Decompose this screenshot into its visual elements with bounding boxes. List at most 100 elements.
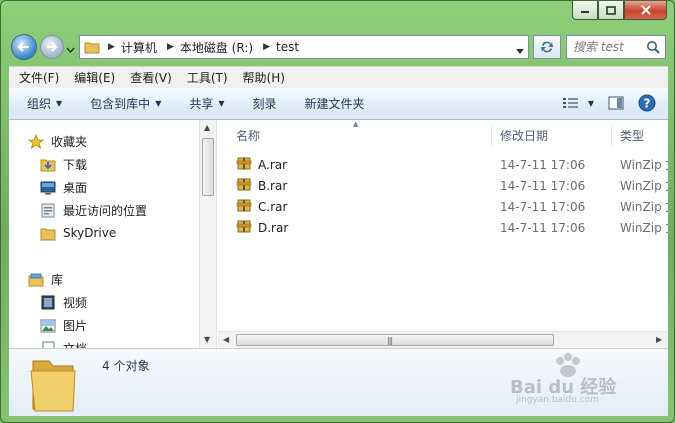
column-type-label: 类型 (620, 128, 645, 143)
nav-downloads[interactable]: 下载 (39, 156, 87, 173)
file-row[interactable]: C.rar 14-7-11 17:06 WinZip 文件 (218, 196, 668, 217)
share-label: 共享 (189, 97, 214, 111)
navigation-pane: 收藏夹 下载 桌面 最近访问的位置 SkyDrive 库 视频 图片 ▲ ▼ (9, 120, 217, 348)
close-button[interactable] (624, 1, 667, 20)
winzip-archive-icon (236, 155, 252, 174)
search-input[interactable] (573, 40, 647, 54)
breadcrumb-separator-icon[interactable]: ▶ (167, 42, 174, 52)
recent-pages-button[interactable] (66, 42, 75, 56)
file-name: C.rar (258, 199, 288, 214)
nav-vertical-scrollbar[interactable]: ▲ ▼ (199, 120, 216, 348)
nav-documents[interactable]: 文档 (39, 340, 87, 348)
star-icon (27, 134, 45, 150)
help-button[interactable]: ? (638, 94, 656, 112)
view-controls: ▼ ? (548, 94, 656, 112)
close-icon (640, 5, 651, 15)
file-list-pane: ▲ 名称 修改日期 类型 A.rar 14-7-11 17:06 WinZip … (218, 120, 668, 348)
nav-label: SkyDrive (63, 226, 117, 240)
nav-label: 视频 (63, 296, 88, 310)
nav-label: 下载 (63, 158, 88, 172)
column-header-type[interactable]: 类型 (612, 124, 668, 146)
nav-desktop[interactable]: 桌面 (39, 179, 87, 196)
new-folder-button[interactable]: 新建文件夹 (305, 95, 365, 112)
column-header-date[interactable]: 修改日期 (492, 124, 612, 146)
back-button[interactable] (11, 34, 37, 60)
recent-places-icon (39, 203, 57, 219)
file-type: WinZip 文件 (620, 179, 668, 193)
navigation-row: ▶ 计算机 ▶ 本地磁盘 (R:) ▶ test (11, 32, 666, 60)
nav-videos[interactable]: 视频 (39, 294, 87, 311)
burn-button[interactable]: 刻录 (253, 95, 277, 112)
search-box[interactable] (566, 35, 666, 59)
caret-down-icon: ▼ (56, 99, 63, 108)
menu-tools[interactable]: 工具(T) (187, 69, 228, 86)
file-type: WinZip 文件 (620, 158, 668, 172)
preview-pane-button[interactable] (608, 96, 624, 110)
include-in-library-button[interactable]: 包含到库中 ▼ (90, 95, 161, 112)
search-icon (647, 41, 660, 54)
include-label: 包含到库中 (90, 97, 151, 111)
horizontal-scrollbar[interactable]: ◀ ||| ▶ (218, 331, 668, 348)
file-row[interactable]: A.rar 14-7-11 17:06 WinZip 文件 (218, 154, 668, 175)
file-type: WinZip 文件 (620, 200, 668, 214)
document-icon (39, 341, 57, 348)
file-date: 14-7-11 17:06 (500, 157, 586, 172)
main-area: 收藏夹 下载 桌面 最近访问的位置 SkyDrive 库 视频 图片 ▲ ▼ ▲… (9, 120, 668, 348)
preview-pane-icon (608, 96, 624, 110)
nav-pictures[interactable]: 图片 (39, 317, 87, 334)
breadcrumb-computer[interactable]: 计算机 (121, 39, 157, 56)
nav-libraries[interactable]: 库 (27, 271, 63, 288)
picture-icon (39, 318, 57, 334)
downloads-folder-icon (39, 157, 57, 173)
scrollbar-thumb[interactable] (202, 138, 214, 196)
caret-down-icon[interactable]: ▼ (588, 99, 594, 108)
scroll-left-icon[interactable]: ◀ (223, 335, 229, 344)
breadcrumb-drive[interactable]: 本地磁盘 (R:) (180, 39, 253, 56)
organize-label: 组织 (27, 97, 52, 111)
scroll-right-icon[interactable]: ▶ (656, 335, 662, 344)
breadcrumb-separator-icon[interactable]: ▶ (108, 42, 115, 52)
column-header-name[interactable]: ▲ 名称 (218, 120, 492, 146)
scroll-down-icon[interactable]: ▼ (204, 335, 210, 344)
command-bar: 组织 ▼ 包含到库中 ▼ 共享 ▼ 刻录 新建文件夹 ▼ ? (9, 88, 668, 120)
grip-icon: ||| (387, 336, 393, 345)
file-name: B.rar (258, 178, 288, 193)
nav-skydrive[interactable]: SkyDrive (39, 225, 116, 241)
change-view-button[interactable]: ▼ (562, 97, 594, 109)
details-pane: 4 个对象 Bai du 经验 jingyan.baidu.com (9, 348, 668, 416)
menu-file[interactable]: 文件(F) (19, 69, 59, 86)
nav-recent[interactable]: 最近访问的位置 (39, 202, 147, 219)
forward-button[interactable] (40, 35, 64, 59)
address-bar[interactable]: ▶ 计算机 ▶ 本地磁盘 (R:) ▶ test (79, 35, 529, 59)
menu-view[interactable]: 查看(V) (130, 69, 172, 86)
menu-help[interactable]: 帮助(H) (243, 69, 285, 86)
winzip-archive-icon (236, 218, 252, 237)
file-date: 14-7-11 17:06 (500, 220, 586, 235)
organize-button[interactable]: 组织 ▼ (27, 95, 62, 112)
desktop-icon (39, 180, 57, 196)
arrow-right-icon (47, 42, 58, 52)
file-row[interactable]: D.rar 14-7-11 17:06 WinZip 文件 (218, 217, 668, 238)
maximize-icon (606, 5, 616, 15)
svg-text:?: ? (644, 97, 651, 111)
nav-favorites[interactable]: 收藏夹 (27, 133, 87, 150)
address-history-button[interactable] (516, 43, 524, 57)
nav-label: 最近访问的位置 (63, 204, 148, 218)
winzip-archive-icon (236, 197, 252, 216)
file-row[interactable]: B.rar 14-7-11 17:06 WinZip 文件 (218, 175, 668, 196)
file-name: A.rar (258, 157, 288, 172)
scroll-up-icon[interactable]: ▲ (204, 123, 210, 132)
menu-edit[interactable]: 编辑(E) (74, 69, 115, 86)
column-header-row: ▲ 名称 修改日期 类型 (218, 120, 668, 146)
help-icon: ? (638, 94, 656, 112)
share-button[interactable]: 共享 ▼ (189, 95, 224, 112)
breadcrumb-folder[interactable]: test (276, 40, 299, 54)
column-date-label: 修改日期 (500, 128, 549, 143)
refresh-icon (541, 41, 553, 53)
scrollbar-thumb[interactable]: ||| (236, 334, 554, 346)
breadcrumb-separator-icon[interactable]: ▶ (263, 42, 270, 52)
refresh-button[interactable] (533, 35, 561, 59)
library-icon (27, 272, 45, 288)
minimize-button[interactable] (572, 1, 598, 20)
maximize-button[interactable] (598, 1, 624, 20)
